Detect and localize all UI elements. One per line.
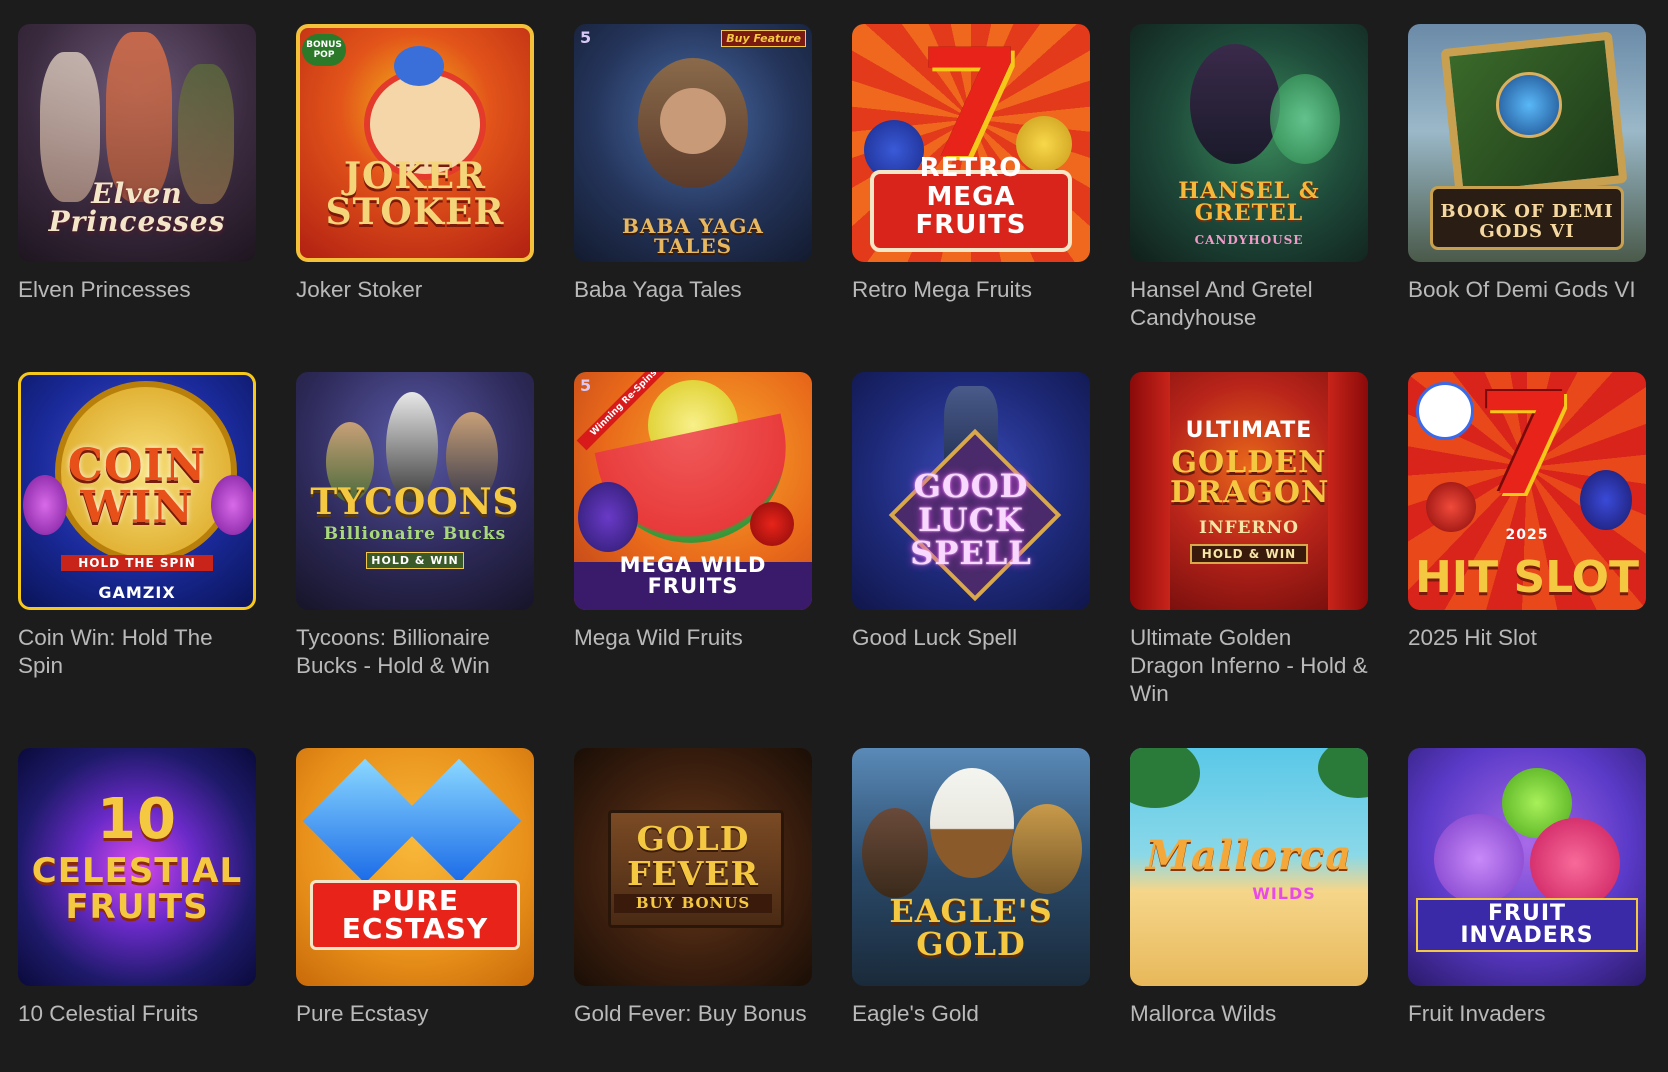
game-art-title: Mallorca <box>1145 832 1353 879</box>
game-title[interactable]: Ultimate Golden Dragon Inferno - Hold & … <box>1130 624 1368 708</box>
game-art-subtitle: Hold the Spin <box>61 555 213 571</box>
game-thumbnail[interactable]: 7 Retro Mega Fruits <box>852 24 1090 262</box>
game-card-10-celestial-fruits[interactable]: 10 Celestial Fruits 10 Celestial Fruits <box>18 748 256 1028</box>
game-title[interactable]: Baba Yaga Tales <box>574 276 812 304</box>
game-card-golden-dragon[interactable]: Ultimate Golden Dragon Inferno Hold & Wi… <box>1130 372 1368 708</box>
game-thumbnail[interactable]: 7 2025 Hit Slot <box>1408 372 1646 610</box>
eagle-icon <box>930 768 1014 878</box>
game-title[interactable]: Gold Fever: Buy Bonus <box>574 1000 812 1028</box>
game-art-subtitle: Billionaire Bucks <box>323 524 507 544</box>
game-title[interactable]: 2025 Hit Slot <box>1408 624 1646 652</box>
game-art-title: Eagle's Gold <box>889 891 1053 964</box>
alien-pink-icon <box>1530 818 1620 908</box>
game-art-title: Baba Yaga Tales <box>622 214 764 258</box>
game-art-tag: Inferno <box>1199 518 1299 538</box>
game-thumbnail[interactable]: Good Luck Spell <box>852 372 1090 610</box>
game-art-subtitle: Buy Bonus <box>614 894 772 913</box>
game-art-title: Tycoons <box>310 481 520 523</box>
game-art-title: Joker Stoker <box>325 155 505 233</box>
game-thumbnail[interactable]: Ultimate Golden Dragon Inferno Hold & Wi… <box>1130 372 1368 610</box>
provider-logo: GAMZIX <box>98 583 176 602</box>
game-thumbnail[interactable]: Book of Demi Gods VI <box>1408 24 1646 262</box>
game-title[interactable]: Hansel And Gretel Candyhouse <box>1130 276 1368 332</box>
buy-feature-badge: Buy Feature <box>721 30 806 47</box>
game-thumbnail[interactable]: Winning Re-Spins 5 Mega Wild Fruits <box>574 372 812 610</box>
game-art-title: Pure Ecstasy <box>310 880 520 950</box>
game-title[interactable]: Mega Wild Fruits <box>574 624 812 652</box>
game-art-year: 2025 <box>1505 527 1549 543</box>
game-art-title: Good Luck Spell <box>910 467 1032 573</box>
game-thumbnail[interactable]: Hansel & Gretel Candyhouse <box>1130 24 1368 262</box>
game-card-tycoons[interactable]: Tycoons Billionaire Bucks Hold & Win Tyc… <box>296 372 534 680</box>
game-thumbnail[interactable]: 10 Celestial Fruits <box>18 748 256 986</box>
game-art-title: Hit Slot <box>1414 552 1640 603</box>
game-card-book-of-demi-gods[interactable]: Book of Demi Gods VI Book Of Demi Gods V… <box>1408 24 1646 304</box>
game-thumbnail[interactable]: Coin Win Hold the Spin GAMZIX <box>18 372 256 610</box>
game-title[interactable]: Eagle's Gold <box>852 1000 1090 1028</box>
game-card-retro-mega-fruits[interactable]: 7 Retro Mega Fruits Retro Mega Fruits <box>852 24 1090 304</box>
game-title[interactable]: Coin Win: Hold The Spin <box>18 624 256 680</box>
game-title[interactable]: Tycoons: Billionaire Bucks - Hold & Win <box>296 624 534 680</box>
game-card-2025-hit-slot[interactable]: 7 2025 Hit Slot 2025 Hit Slot <box>1408 372 1646 652</box>
game-art-badge: Hold & Win <box>1190 544 1308 564</box>
game-card-hansel-gretel[interactable]: Hansel & Gretel Candyhouse Hansel And Gr… <box>1130 24 1368 332</box>
game-card-mega-wild-fruits[interactable]: Winning Re-Spins 5 Mega Wild Fruits Mega… <box>574 372 812 652</box>
game-thumbnail[interactable]: Elven Princesses <box>18 24 256 262</box>
game-title[interactable]: Fruit Invaders <box>1408 1000 1646 1028</box>
game-art-title: Retro Mega Fruits <box>915 153 1027 241</box>
game-title[interactable]: Pure Ecstasy <box>296 1000 534 1028</box>
provider-badge: 5 <box>580 28 592 47</box>
game-art-title: Book of Demi Gods VI <box>1440 201 1614 243</box>
game-card-elven-princesses[interactable]: Elven Princesses Elven Princesses <box>18 24 256 304</box>
game-card-mallorca-wilds[interactable]: Mallorca Wilds Mallorca Wilds <box>1130 748 1368 1028</box>
game-title[interactable]: Good Luck Spell <box>852 624 1090 652</box>
provider-badge: 5 <box>580 376 592 395</box>
game-title[interactable]: Retro Mega Fruits <box>852 276 1090 304</box>
game-thumbnail[interactable]: Buy Feature 5 Baba Yaga Tales <box>574 24 812 262</box>
game-title[interactable]: 10 Celestial Fruits <box>18 1000 256 1028</box>
game-art-title: Coin Win <box>67 440 207 533</box>
game-thumbnail[interactable]: Fruit Invaders <box>1408 748 1646 986</box>
game-art-title: Gold Fever <box>627 819 759 893</box>
game-card-pure-ecstasy[interactable]: Pure Ecstasy Pure Ecstasy <box>296 748 534 1028</box>
game-grid: Elven Princesses Elven Princesses BONUS … <box>0 0 1668 1072</box>
game-art-title: Mega Wild Fruits <box>619 553 767 598</box>
game-title[interactable]: Mallorca Wilds <box>1130 1000 1368 1028</box>
game-card-baba-yaga-tales[interactable]: Buy Feature 5 Baba Yaga Tales Baba Yaga … <box>574 24 812 304</box>
game-title[interactable]: Book Of Demi Gods VI <box>1408 276 1646 304</box>
game-thumbnail[interactable]: Eagle's Gold <box>852 748 1090 986</box>
game-art-title: Ultimate <box>1185 418 1313 443</box>
game-art-subtitle: Wilds <box>1252 884 1316 903</box>
game-card-coin-win[interactable]: Coin Win Hold the Spin GAMZIX Coin Win: … <box>18 372 256 680</box>
game-art-title: Elven Princesses <box>48 177 226 238</box>
alien-purple-icon <box>1434 814 1524 904</box>
game-art-title: Celestial Fruits <box>31 851 243 927</box>
game-thumbnail[interactable]: Pure Ecstasy <box>296 748 534 986</box>
game-title[interactable]: Joker Stoker <box>296 276 534 304</box>
game-thumbnail[interactable]: Tycoons Billionaire Bucks Hold & Win <box>296 372 534 610</box>
game-thumbnail[interactable]: Mallorca Wilds <box>1130 748 1368 986</box>
game-card-fruit-invaders[interactable]: Fruit Invaders Fruit Invaders <box>1408 748 1646 1028</box>
game-card-gold-fever[interactable]: Gold Fever Buy Bonus Gold Fever: Buy Bon… <box>574 748 812 1028</box>
game-thumbnail[interactable]: Gold Fever Buy Bonus <box>574 748 812 986</box>
game-art-subtitle: Golden Dragon <box>1170 445 1330 510</box>
game-card-joker-stoker[interactable]: BONUS POP Joker Stoker Joker Stoker <box>296 24 534 304</box>
bonus-pop-badge: BONUS POP <box>302 34 346 66</box>
game-art-title: Fruit Invaders <box>1416 898 1638 952</box>
game-art-tag: Hold & Win <box>366 552 464 569</box>
game-art-number: 10 <box>97 787 177 852</box>
game-art-title: Hansel & Gretel <box>1178 178 1320 226</box>
game-thumbnail[interactable]: BONUS POP Joker Stoker <box>296 24 534 262</box>
diamond-icon <box>396 758 522 884</box>
game-card-eagles-gold[interactable]: Eagle's Gold Eagle's Gold <box>852 748 1090 1028</box>
game-title[interactable]: Elven Princesses <box>18 276 256 304</box>
game-art-subtitle: Candyhouse <box>1194 233 1304 247</box>
game-card-good-luck-spell[interactable]: Good Luck Spell Good Luck Spell <box>852 372 1090 652</box>
